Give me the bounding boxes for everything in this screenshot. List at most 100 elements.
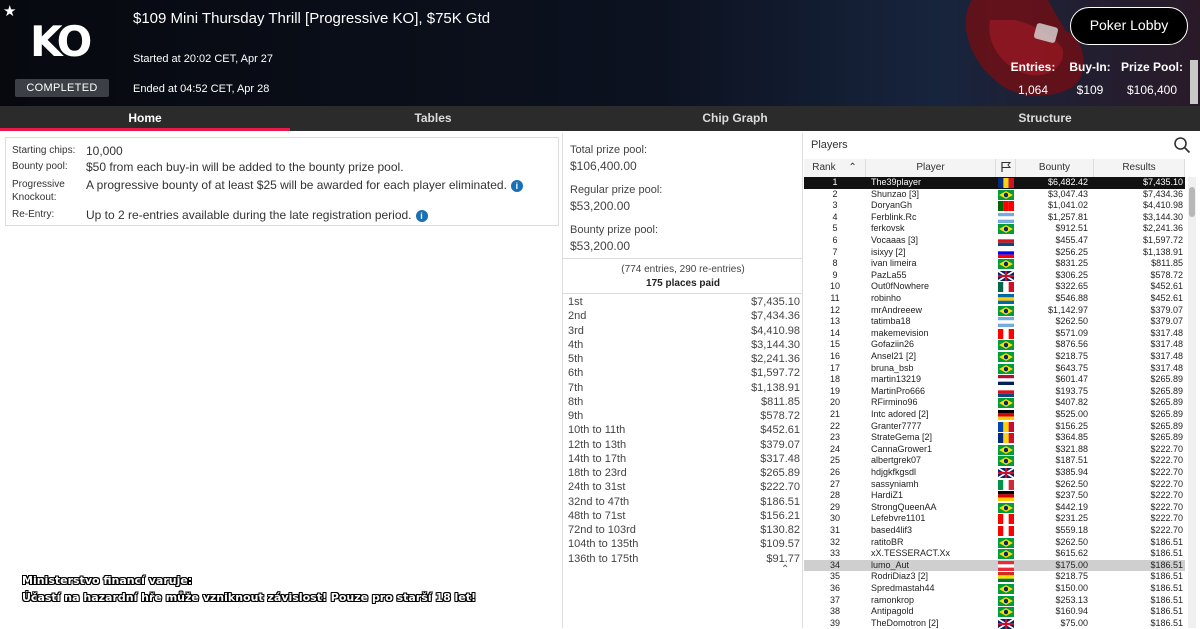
tab-chip-graph[interactable]: Chip Graph [590,106,880,131]
country-flag-icon [998,479,1014,490]
search-icon[interactable] [1173,136,1191,154]
table-row[interactable]: 14 makemevision $571.09 $317.48 [804,328,1185,340]
info-icon[interactable]: i [510,179,523,192]
table-row[interactable]: 36 Spredmastah44 $150.00 $186.51 [804,583,1185,595]
player-rank: 5 [832,223,838,234]
buy-in-label: Buy-In: [1069,60,1111,74]
player-bounty: $601.47 [1055,374,1088,385]
player-name: TheDomotron [2] [871,617,939,628]
column-header-rank[interactable]: Rank ⌃ [804,159,866,177]
player-name: mrAndreeew [871,304,923,315]
chevron-up-icon[interactable]: ⌃ [781,564,789,575]
payout-row: 32nd to 47th $186.51 [567,496,800,510]
payout-row: 24th to 31st $222.70 [567,481,800,495]
table-row[interactable]: 30 Lefebvre1101 $231.25 $222.70 [804,513,1185,525]
table-row[interactable]: 27 sassyniamh $262.50 $222.70 [804,479,1185,491]
player-result: $265.89 [1150,385,1183,396]
country-flag-icon [998,375,1014,386]
table-row[interactable]: 24 CannaGrower1 $321.88 $222.70 [804,444,1185,456]
info-value: $50 from each buy-in will be added to th… [86,160,404,174]
table-row[interactable]: 19 MartinPro666 $193.75 $265.89 [804,386,1185,398]
favorite-star-icon[interactable]: ★ [3,2,16,20]
payout-row: 104th to 135th $109.57 [567,538,800,552]
payout-place: 4th [568,338,584,351]
info-icon[interactable]: i [415,209,428,222]
table-row[interactable]: 38 Antipagold $160.94 $186.51 [804,606,1185,618]
table-row[interactable]: 33 xX.TESSERACT.Xx $615.62 $186.51 [804,548,1185,560]
country-flag-icon [998,433,1014,444]
table-row[interactable]: 20 RFirmino96 $407.82 $265.89 [804,397,1185,409]
table-row[interactable]: 2 Shunzao [3] $3,047.43 $7,434.36 [804,189,1185,201]
column-header-country[interactable] [996,159,1016,177]
player-name: isixyy [2] [871,246,906,257]
table-row[interactable]: 28 HardiZ1 $237.50 $222.70 [804,490,1185,502]
country-flag-icon [998,212,1014,223]
table-row[interactable]: 34 lumo_Aut $175.00 $186.51 [804,559,1185,572]
payout-place: 32nd to 47th [568,495,630,508]
player-rank: 27 [829,478,840,489]
table-row[interactable]: 3 DoryanGh $1,041.02 $4,410.98 [804,200,1185,212]
player-rank: 22 [829,420,840,431]
player-bounty: $306.25 [1055,269,1088,280]
country-flag-icon [998,352,1014,362]
payout-row: 14th to 17th $317.48 [567,453,800,467]
table-row[interactable]: 23 StrateGema [2] $364.85 $265.89 [804,432,1185,444]
country-flag-icon [998,514,1014,525]
table-row[interactable]: 21 Intc adored [2] $525.00 $265.89 [804,409,1185,421]
player-name: ramonkrop [871,594,915,605]
table-row[interactable]: 37 ramonkrop $253.13 $186.51 [804,595,1185,607]
country-flag-icon [998,468,1014,478]
player-rank: 34 [829,559,840,570]
column-header-bounty[interactable]: Bounty [1016,159,1094,177]
table-row[interactable]: 25 albertgrek07 $187.51 $222.70 [804,455,1185,467]
table-row[interactable]: 32 ratitoBR $262.50 $186.51 [804,537,1185,549]
tab-structure[interactable]: Structure [900,106,1190,131]
players-scrollbar[interactable] [1188,177,1196,628]
column-header-player[interactable]: Player [866,159,996,177]
country-flag-icon [998,456,1014,467]
buy-in-stat: Buy-In: $109 [1065,60,1115,97]
column-header-results[interactable]: Results [1094,159,1185,177]
table-row[interactable]: 11 robinho $546.88 $452.61 [804,293,1185,305]
table-row[interactable]: 26 hdjgkfkgsdl $385.94 $222.70 [804,467,1185,479]
tab-home[interactable]: Home [0,106,290,131]
player-bounty: $407.82 [1055,397,1088,408]
player-rank: 8 [832,258,838,269]
buy-in-value: $109 [1076,83,1104,97]
player-bounty: $643.75 [1055,362,1088,373]
table-row[interactable]: 4 Ferblink.Rc $1,257.81 $3,144.30 [804,212,1185,224]
table-row[interactable]: 17 bruna_bsb $643.75 $317.48 [804,363,1185,375]
table-row[interactable]: 1 The39player $6,482.42 $7,435.10 [804,177,1185,189]
header-scrollbar[interactable] [1190,60,1198,104]
player-rank: 12 [829,304,840,315]
table-row[interactable]: 35 RodriDiaz3 [2] $218.75 $186.51 [804,571,1185,583]
table-row[interactable]: 9 PazLa55 $306.25 $578.72 [804,270,1185,282]
player-rank: 3 [832,200,838,211]
table-row[interactable]: 39 TheDomotron [2] $75.00 $186.51 [804,618,1185,629]
table-row[interactable]: 7 isixyy [2] $256.25 $1,138.91 [804,247,1185,259]
tournament-info: Starting chips: 10,000 Bounty pool: $50 … [5,137,559,226]
table-row[interactable]: 5 ferkovsk $912.51 $2,241.36 [804,223,1185,235]
table-row[interactable]: 12 mrAndreeew $1,142.97 $379.07 [804,305,1185,317]
table-row[interactable]: 22 Granter7777 $156.25 $265.89 [804,421,1185,433]
player-bounty: $218.75 [1055,351,1088,361]
table-row[interactable]: 31 based4lif3 $559.18 $222.70 [804,525,1185,537]
table-row[interactable]: 18 martin13219 $601.47 $265.89 [804,374,1185,386]
table-row[interactable]: 6 Vocaaas [3] $455.47 $1,597.72 [804,235,1185,247]
table-row[interactable]: 13 tatimba18 $262.50 $379.07 [804,316,1185,328]
player-result: $222.70 [1150,455,1183,466]
table-row[interactable]: 16 Ansel21 [2] $218.75 $317.48 [804,351,1185,363]
table-row[interactable]: 10 Out0fNowhere $322.65 $452.61 [804,281,1185,293]
table-row[interactable]: 29 StrongQueenAA $442.19 $222.70 [804,502,1185,514]
payout-amount: $186.51 [760,495,800,508]
table-row[interactable]: 15 Gofaziin26 $876.56 $317.48 [804,339,1185,351]
warning-line-2: Účastí na hazardní hře může vzniknout zá… [22,591,477,604]
payout-place: 9th [568,410,584,422]
scrollbar-thumb[interactable] [1189,187,1195,217]
poker-lobby-button[interactable]: Poker Lobby [1070,7,1188,45]
player-name: The39player [871,177,922,187]
bounty-pool-label: Bounty prize pool: [570,224,659,236]
table-row[interactable]: 8 ivan limeira $831.25 $811.85 [804,258,1185,270]
country-flag-icon [998,189,1014,200]
tab-tables[interactable]: Tables [288,106,578,131]
